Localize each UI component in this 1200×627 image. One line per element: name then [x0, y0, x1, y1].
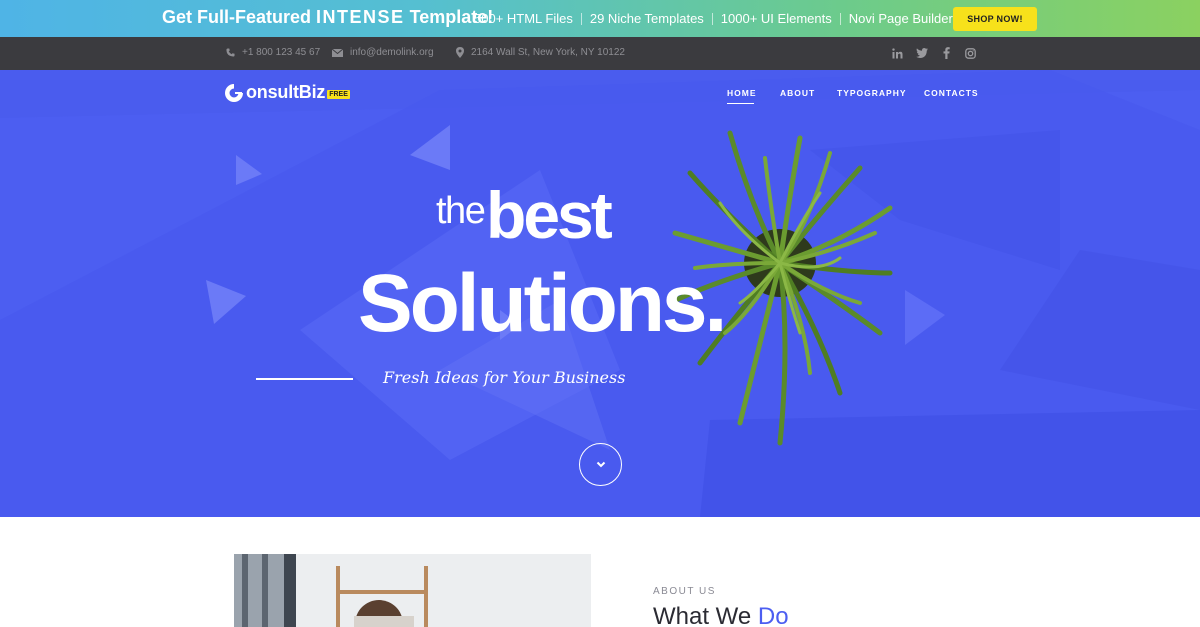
about-section-label: ABOUT US [653, 586, 716, 597]
nav-active-indicator [727, 103, 754, 104]
nav-about[interactable]: ABOUT [780, 88, 815, 98]
site-logo[interactable]: onsultBiz FREE [224, 82, 350, 103]
address-contact: 2164 Wall St, New York, NY 10122 [456, 47, 625, 58]
nav-typography[interactable]: TYPOGRAPHY [837, 88, 907, 98]
promo-title: Get Full-Featured INTENSE Template! [162, 7, 493, 28]
promo-feature: 500+ HTML Files [474, 11, 573, 26]
twitter-icon[interactable] [915, 46, 929, 60]
promo-feature: Novi Page Builder [848, 11, 953, 26]
hero-headline-best: best [486, 178, 613, 252]
about-section-title: What We Do [653, 603, 789, 627]
hero-headline-the: the [436, 190, 486, 232]
phone-contact[interactable]: +1 800 123 45 67 [226, 47, 320, 58]
promo-features: 500+ HTML Files 29 Niche Templates 1000+… [474, 11, 953, 26]
instagram-icon[interactable] [963, 46, 977, 60]
hero-headline-solutions: Solutions. [358, 258, 727, 349]
about-title-main: What We [653, 603, 752, 627]
divider [711, 12, 713, 25]
email-text: info@demolink.org [350, 47, 434, 58]
about-title-accent: Do [757, 603, 789, 627]
nav-contacts[interactable]: CONTACTS [924, 88, 979, 98]
logo-text: onsultBiz [246, 82, 326, 102]
facebook-icon[interactable] [939, 46, 953, 60]
promo-title-brand: INTENSE [316, 7, 405, 27]
phone-icon [226, 48, 235, 57]
address-text: 2164 Wall St, New York, NY 10122 [471, 47, 625, 58]
linkedin-icon[interactable] [890, 46, 904, 60]
promo-title-prefix: Get Full-Featured [162, 7, 312, 27]
hero-section: onsultBiz FREE HOME ABOUT TYPOGRAPHY CON… [0, 70, 1200, 517]
hero-subtitle: Fresh Ideas for Your Business [383, 368, 626, 387]
email-contact[interactable]: info@demolink.org [332, 47, 434, 58]
map-pin-icon [456, 47, 464, 58]
promo-feature: 1000+ UI Elements [720, 11, 832, 26]
about-image [234, 554, 591, 627]
shop-now-button[interactable]: SHOP NOW! [953, 7, 1037, 31]
divider [580, 12, 582, 25]
nav-home[interactable]: HOME [727, 88, 757, 98]
logo-badge: FREE [327, 89, 350, 99]
logo-c-icon [225, 83, 243, 102]
mail-icon [332, 48, 343, 57]
promo-banner: Get Full-Featured INTENSE Template! 500+… [0, 0, 1200, 37]
promo-feature: 29 Niche Templates [589, 11, 704, 26]
chevron-down-icon [596, 461, 605, 468]
divider [839, 12, 841, 25]
phone-text: +1 800 123 45 67 [242, 47, 321, 58]
hero-divider-line [256, 378, 353, 380]
scroll-down-button[interactable] [579, 443, 622, 486]
contact-bar: +1 800 123 45 67 info@demolink.org 2164 … [0, 37, 1200, 70]
